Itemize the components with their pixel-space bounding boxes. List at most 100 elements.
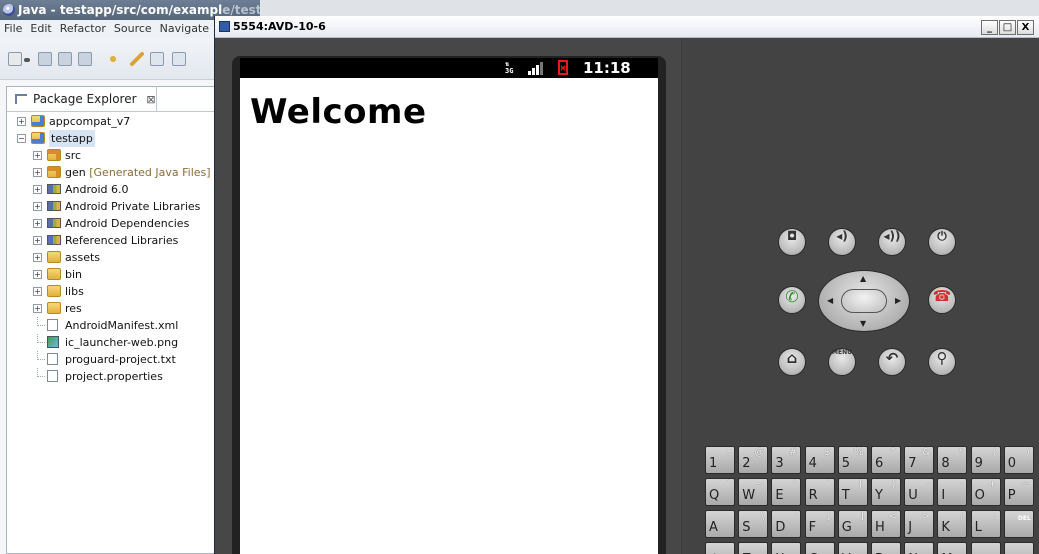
expand-icon[interactable]: + [33,236,42,245]
key-1[interactable]: 1! [705,446,735,474]
key-r[interactable]: R ` [804,478,835,506]
key-p[interactable]: P = [1003,478,1034,506]
dpad-down-icon[interactable]: ▼ [860,319,866,328]
network-3g-icon: ⇅ 3G [505,60,514,75]
expand-icon[interactable]: + [33,304,42,313]
key-m[interactable]: M [937,542,968,554]
key-j[interactable]: J > [904,510,935,538]
volume-down-button[interactable]: ◂) [828,228,856,256]
save-icon[interactable] [38,52,52,66]
new-icon[interactable] [8,52,22,66]
project-icon [31,115,45,127]
key-7[interactable]: 7 & [904,446,935,474]
key-a[interactable]: A [705,510,735,538]
back-button[interactable]: ↶ [878,348,906,376]
key-h[interactable]: H < [871,510,901,538]
key-2[interactable]: 2 @ [738,446,769,474]
dpad-right-icon[interactable]: ▶ [895,296,901,305]
expand-icon[interactable]: + [17,117,26,126]
toolbar-overflow-icon[interactable] [172,52,186,66]
lint-icon[interactable] [130,52,144,66]
emulator-title-bar[interactable]: 5554:AVD-10-6 _ □ X [215,16,1039,38]
new-dropdown-icon[interactable] [24,58,30,62]
key-o[interactable]: O + [970,478,1001,506]
key-f[interactable]: F[ [804,510,835,538]
key-[interactable]: . [970,542,1001,554]
menu-source[interactable]: Source [110,20,156,38]
key-alt-label: ' [794,511,798,522]
end-call-button[interactable]: ☎ [928,286,956,314]
menu-edit[interactable]: Edit [26,20,55,38]
key-v[interactable]: V [837,542,868,554]
key-[interactable]: ⇧ [705,542,735,554]
close-icon[interactable]: ⊠ [146,93,155,106]
menu-navigate[interactable]: Navigate [156,20,213,38]
key-i[interactable]: I- [937,478,968,506]
volume-down-icon: ◂) [836,229,848,243]
project-icon [31,132,45,144]
key-x[interactable]: X [771,542,802,554]
dpad-left-icon[interactable]: ◀ [827,296,833,305]
key-e[interactable]: E " [771,478,802,506]
key-l[interactable]: L: [970,510,1001,538]
search-button[interactable]: ⚲ [928,348,956,376]
key-k[interactable]: K; [937,510,968,538]
key-3[interactable]: 3 # [771,446,802,474]
menu-refactor[interactable]: Refactor [56,20,110,38]
collapse-icon[interactable]: − [17,134,26,143]
tree-connector [37,368,45,377]
key-y[interactable]: Y} [871,478,901,506]
key-z[interactable]: Z [738,542,769,554]
key-9[interactable]: 9( [970,446,1001,474]
key-s[interactable]: S \ [738,510,769,538]
key-q[interactable]: Q ` [705,478,735,506]
home-button[interactable]: ⌂ [778,348,806,376]
volume-up-button[interactable]: ◂)) [878,228,906,256]
expand-icon[interactable]: + [33,253,42,262]
avd-manager-icon[interactable] [150,52,164,66]
dpad-center-button[interactable] [841,289,887,313]
key-d[interactable]: D ' [771,510,802,538]
dpad-up-icon[interactable]: ▲ [860,274,866,283]
key-b[interactable]: B [871,542,901,554]
menu-button[interactable]: MENU [828,348,856,376]
expand-icon[interactable]: + [33,185,42,194]
power-button[interactable]: ⏻ [928,228,956,256]
emulator-window[interactable]: 5554:AVD-10-6 _ □ X ⇅3G 11:18 Welcome ◘ [214,16,1039,554]
key-5[interactable]: 5% [837,446,868,474]
key-del[interactable]: DEL [1003,510,1034,538]
call-button[interactable]: ✆ [778,286,806,314]
camera-button[interactable]: ◘ [778,228,806,256]
package-explorer-tab[interactable]: Package Explorer ⊠ [7,87,157,111]
key-8[interactable]: 8 * [937,446,968,474]
key-label: A [709,520,718,535]
close-button[interactable]: X [1017,20,1034,35]
save-all-icon[interactable] [58,52,72,66]
android-screen[interactable]: Welcome [240,78,658,554]
minimize-button[interactable]: _ [981,20,998,35]
menu-file[interactable]: File [0,20,26,38]
key-n[interactable]: N [904,542,935,554]
expand-icon[interactable]: + [33,151,42,160]
expand-icon[interactable]: + [33,168,42,177]
expand-icon[interactable]: + [33,219,42,228]
key-6[interactable]: 6 ^ [871,446,901,474]
expand-icon[interactable]: + [33,270,42,279]
tree-item-text: assets [65,251,101,264]
maximize-button[interactable]: □ [999,20,1016,35]
expand-icon[interactable]: + [33,202,42,211]
key-alt-label: } [890,479,897,490]
key-u[interactable]: U- [904,478,935,506]
key-4[interactable]: 4 $ [804,446,835,474]
expand-icon[interactable]: + [33,287,42,296]
key-w[interactable]: W ~ [738,478,769,506]
key-[interactable]: ↵ [1003,542,1034,554]
print-icon[interactable] [78,52,92,66]
dpad[interactable]: ▲ ▼ ◀ ▶ [818,270,910,332]
sdk-manager-icon[interactable] [106,52,120,66]
key-t[interactable]: T{ [837,478,868,506]
key-label: H [875,520,885,535]
key-c[interactable]: C [804,542,835,554]
key-g[interactable]: G] [837,510,868,538]
key-0[interactable]: 0) [1003,446,1034,474]
